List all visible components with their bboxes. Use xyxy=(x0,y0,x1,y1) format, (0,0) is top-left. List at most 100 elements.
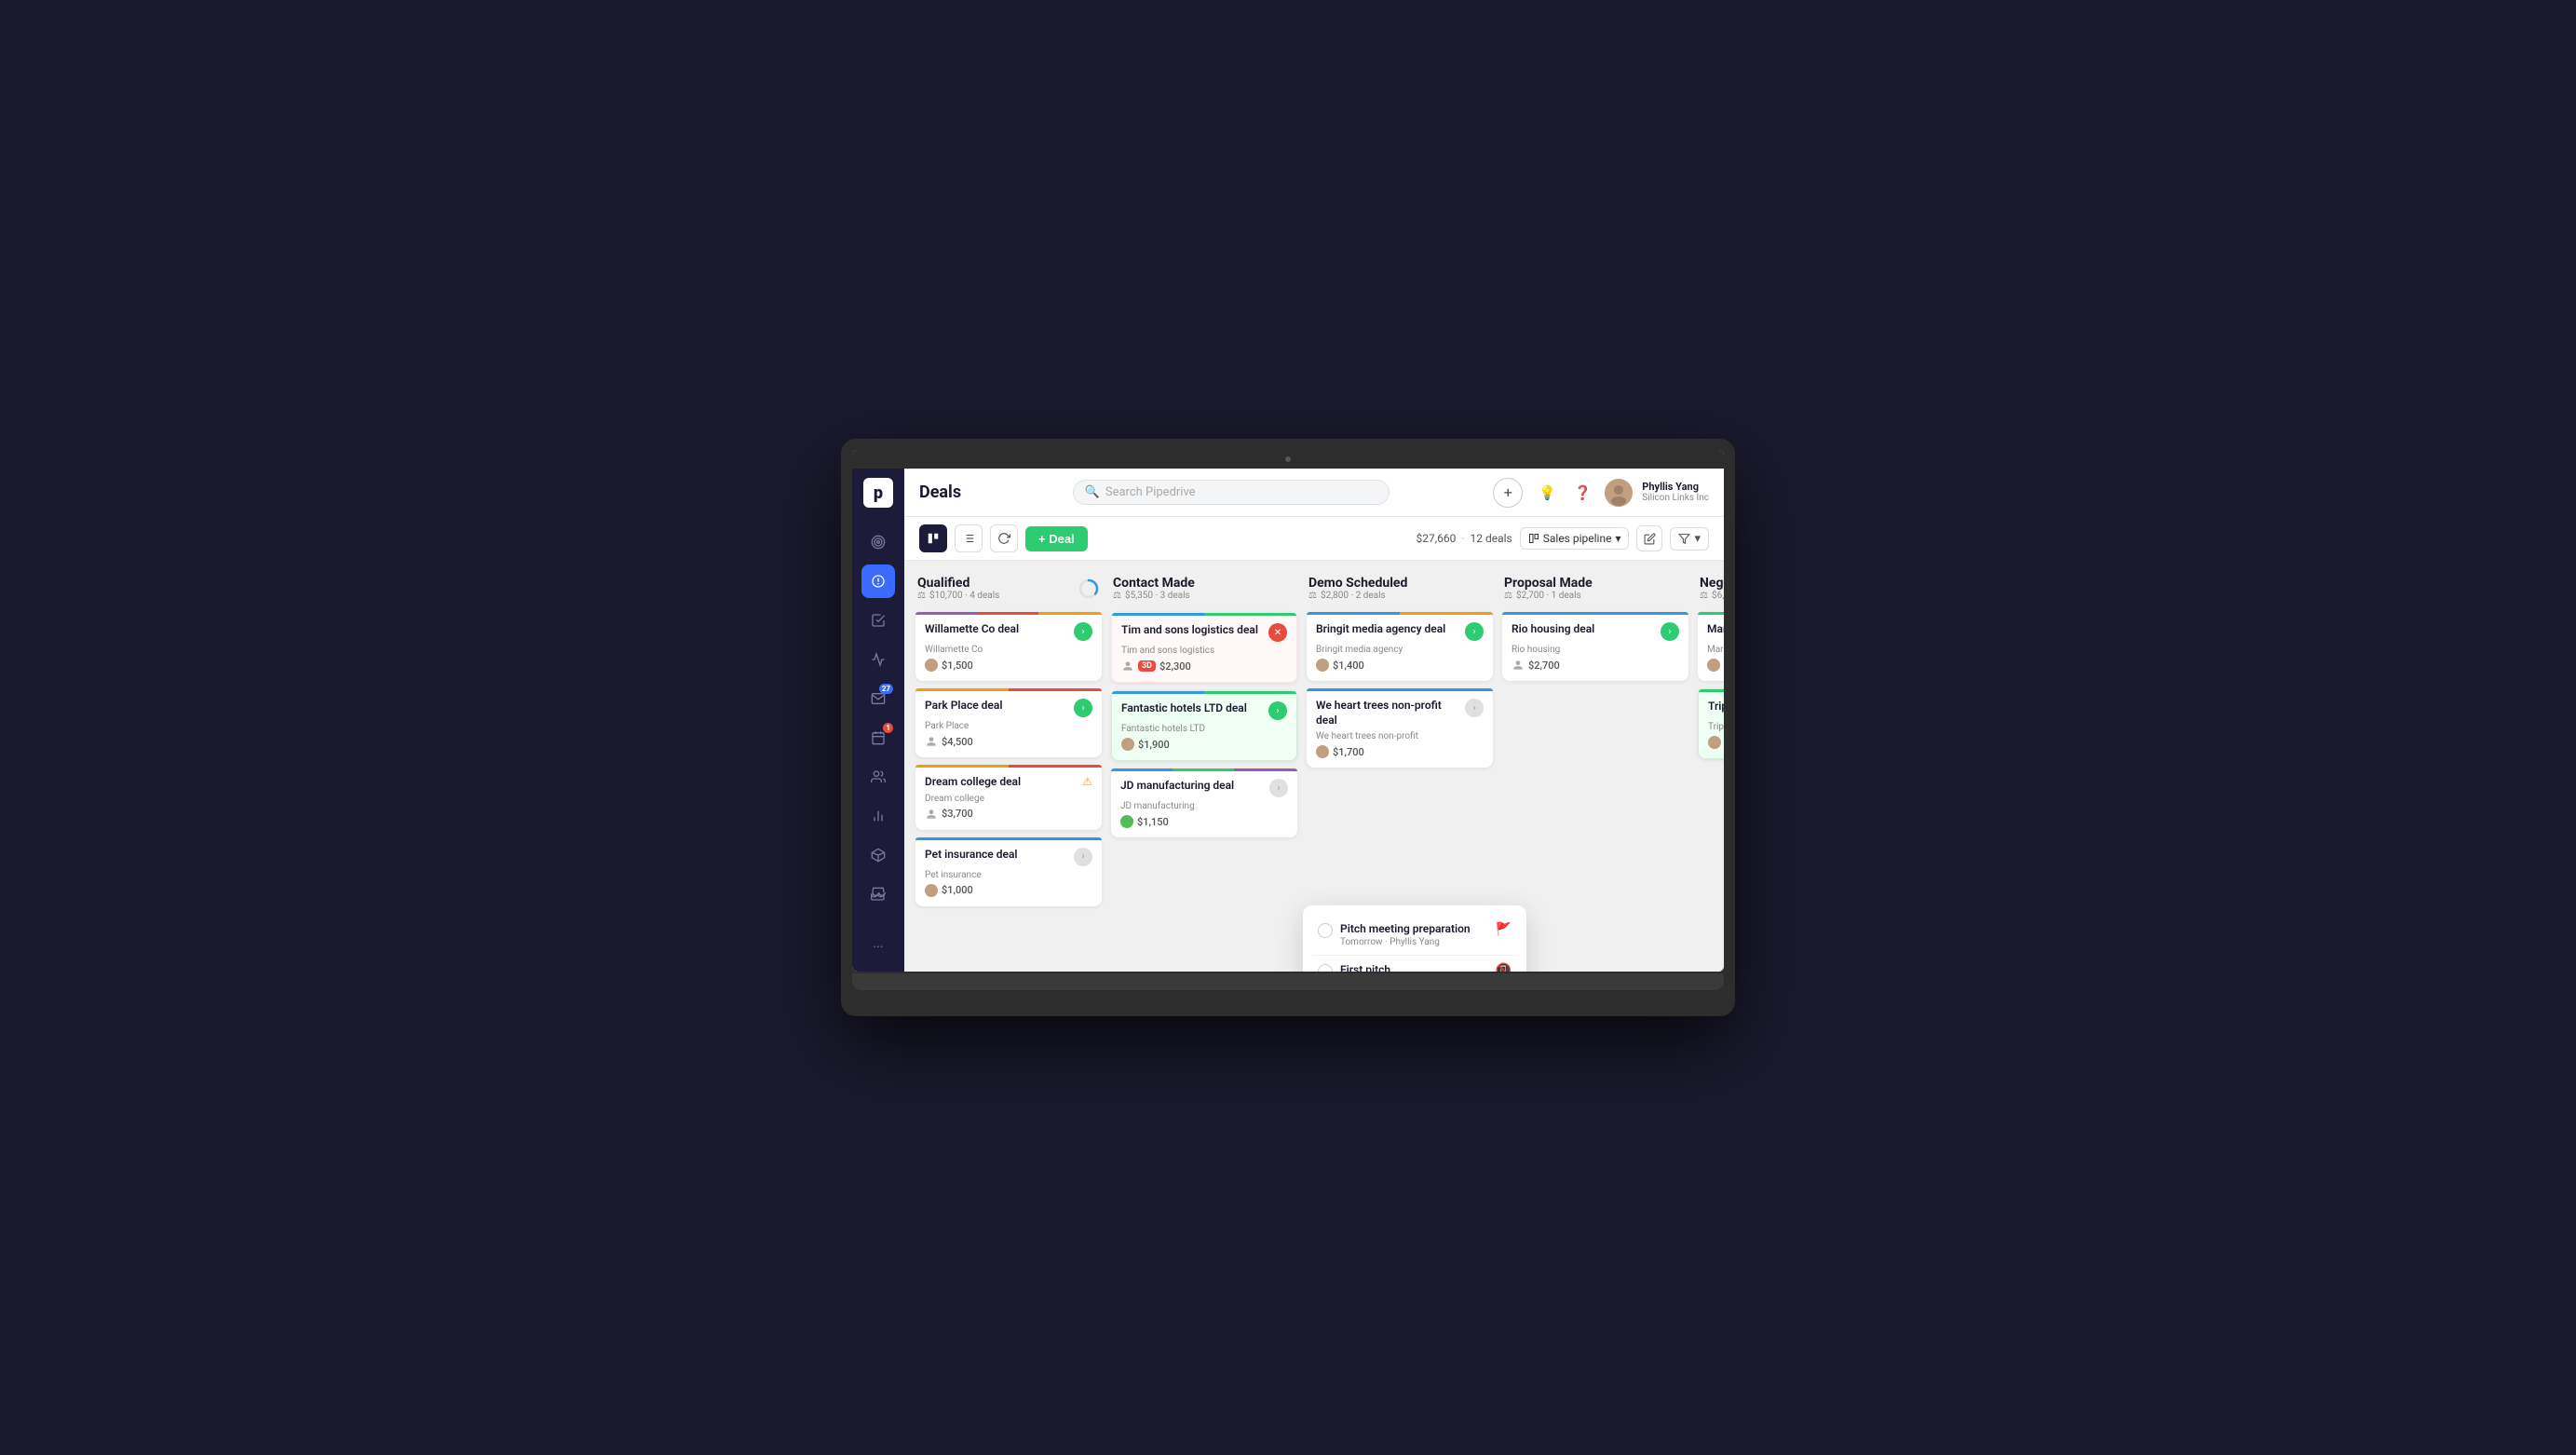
deal-card-mariamretail[interactable]: Maria M. retail LTD deal › Maria M. reta… xyxy=(1698,612,1724,681)
deal-company-riohousing: Rio housing xyxy=(1512,645,1679,655)
deal-name-riohousing: Rio housing deal xyxy=(1512,622,1657,637)
idea-icon-btn[interactable]: 💡 xyxy=(1534,480,1560,506)
deal-company-jdmanufacturing: JD manufacturing xyxy=(1120,801,1288,811)
activity-content-pitch: Pitch meeting preparation Tomorrow · Phy… xyxy=(1340,922,1488,947)
deal-company-mariamretail: Maria M. retail LTD xyxy=(1707,645,1724,655)
deal-card-wehearttrees[interactable]: We heart trees non-profit deal › We hear… xyxy=(1307,688,1493,768)
user-name: Phyllis Yang xyxy=(1642,481,1709,493)
deal-name-jdmanufacturing: JD manufacturing deal xyxy=(1120,779,1266,794)
deal-card-tripabroad[interactable]: Trip abroad LTD deal ✕ Trip abroad LTD W… xyxy=(1698,688,1724,759)
deal-arrow-timsons: ✕ xyxy=(1268,623,1287,642)
deal-amount-timsons: $2,300 xyxy=(1159,660,1191,673)
deal-card-fantastichotels[interactable]: Fantastic hotels LTD deal › Fantastic ho… xyxy=(1111,690,1297,761)
help-icon-btn[interactable]: ❓ xyxy=(1569,480,1595,506)
deal-company-willamette: Willamette Co xyxy=(925,645,1092,655)
sidebar-item-megaphone[interactable] xyxy=(861,643,895,676)
deal-company-timsons: Tim and sons logistics xyxy=(1121,646,1287,656)
deal-card-riohousing[interactable]: Rio housing deal › Rio housing $2,700 xyxy=(1502,612,1688,681)
deal-name-mariamretail: Maria M. retail LTD deal xyxy=(1707,622,1724,637)
avatar[interactable] xyxy=(1605,479,1633,507)
column-meta-qualified: ⚖ $10,700 · 4 deals xyxy=(917,591,999,601)
deal-card-bringit[interactable]: Bringit media agency deal › Bringit medi… xyxy=(1307,612,1493,681)
deal-name-fantastichotels: Fantastic hotels LTD deal xyxy=(1121,701,1265,716)
deal-avatar-mariamretail xyxy=(1707,659,1720,672)
column-meta-negotiations: ⚖ $6,110 · 2 deals xyxy=(1700,591,1724,601)
column-demo-scheduled: Demo Scheduled ⚖ $2,800 · 2 deals Bringi… xyxy=(1307,572,1493,960)
column-header-contact-made: Contact Made ⚖ $5,350 · 3 deals xyxy=(1111,572,1297,605)
deal-amount-petinsurance: $1,000 xyxy=(942,884,973,896)
edit-pipeline-btn[interactable] xyxy=(1636,525,1662,551)
column-header-negotiations: Negotiations Started ⚖ $6,110 · 2 deals xyxy=(1698,572,1724,605)
deal-name-timsons: Tim and sons logistics deal xyxy=(1121,623,1265,638)
add-deal-button[interactable]: + Deal xyxy=(1025,526,1088,551)
deal-company-bringit: Bringit media agency xyxy=(1316,645,1484,655)
refresh-btn[interactable] xyxy=(990,524,1018,552)
activity-title-pitch: Pitch meeting preparation xyxy=(1340,922,1488,935)
column-header-proposal-made: Proposal Made ⚖ $2,700 · 1 deals xyxy=(1502,572,1688,605)
person-icon-4 xyxy=(1512,659,1525,672)
user-info: Phyllis Yang Silicon Links Inc xyxy=(1642,481,1709,504)
sidebar-item-deals[interactable] xyxy=(861,564,895,598)
list-view-btn[interactable] xyxy=(955,524,983,552)
activity-checkbox-firstpitch[interactable] xyxy=(1318,964,1333,972)
activity-item-firstpitch[interactable]: First pitch Tomorrow · Phyllis Yang 📵 xyxy=(1312,955,1517,972)
sidebar-more[interactable]: ··· xyxy=(874,940,884,955)
deal-card-parkplace[interactable]: Park Place deal › Park Place $4,500 xyxy=(915,688,1102,757)
deal-name-dreamcollege: Dream college deal xyxy=(925,775,1078,790)
sidebar-item-calendar[interactable]: 1 xyxy=(861,721,895,755)
activity-meta-pitch: Tomorrow · Phyllis Yang xyxy=(1340,937,1488,947)
sidebar-item-cube[interactable] xyxy=(861,838,895,872)
deal-name-willamette: Willamette Co deal xyxy=(925,622,1070,637)
user-company: Silicon Links Inc xyxy=(1642,493,1709,504)
kanban-board: Qualified ⚖ $10,700 · 4 deals xyxy=(904,561,1724,972)
pipeline-selector[interactable]: Sales pipeline ▾ xyxy=(1520,527,1630,550)
deal-amount-wehearttrees: $1,700 xyxy=(1333,746,1364,758)
board-view-btn[interactable] xyxy=(919,524,947,552)
activity-checkbox-pitch[interactable] xyxy=(1318,923,1333,938)
deal-company-tripabroad: Trip abroad LTD xyxy=(1708,722,1724,732)
deal-company-wehearttrees: We heart trees non-profit xyxy=(1316,731,1484,741)
sidebar-item-shop[interactable] xyxy=(861,877,895,911)
column-negotiations: Negotiations Started ⚖ $6,110 · 2 deals … xyxy=(1698,572,1724,960)
search-placeholder: Search Pipedrive xyxy=(1105,485,1196,499)
deal-card-dreamcollege[interactable]: Dream college deal ⚠ Dream college $3,70… xyxy=(915,765,1102,830)
flag-icon: 🚩 xyxy=(1496,922,1512,937)
sidebar-item-target[interactable] xyxy=(861,525,895,559)
deal-arrow-wehearttrees: › xyxy=(1465,699,1484,717)
sidebar-item-contacts[interactable] xyxy=(861,760,895,794)
deal-avatar-petinsurance xyxy=(925,884,938,897)
sidebar-item-chart[interactable] xyxy=(861,799,895,833)
deal-card-timsons[interactable]: Tim and sons logistics deal ✕ Tim and so… xyxy=(1111,612,1297,683)
column-meta-contact-made: ⚖ $5,350 · 3 deals xyxy=(1113,591,1195,601)
sidebar-item-mail[interactable]: 27 xyxy=(861,682,895,715)
search-bar[interactable]: 🔍 Search Pipedrive xyxy=(1073,480,1390,505)
person-icon-2 xyxy=(925,808,938,821)
activity-popup: Pitch meeting preparation Tomorrow · Phy… xyxy=(1303,905,1526,972)
deal-card-petinsurance[interactable]: Pet insurance deal › Pet insurance $1,00… xyxy=(915,837,1102,906)
filter-btn[interactable]: ▾ xyxy=(1670,527,1709,551)
sidebar-logo[interactable]: p xyxy=(863,478,893,508)
sidebar-item-tasks[interactable] xyxy=(861,604,895,637)
balance-icon: ⚖ xyxy=(917,591,926,601)
overdue-badge-timsons: 3D xyxy=(1138,660,1156,672)
total-amount: $27,660 xyxy=(1417,532,1457,545)
deal-arrow-jdmanufacturing: › xyxy=(1269,779,1288,797)
mail-badge: 27 xyxy=(879,684,893,694)
deal-name-parkplace: Park Place deal xyxy=(925,699,1070,714)
sidebar: p xyxy=(852,469,904,972)
activity-item-pitch[interactable]: Pitch meeting preparation Tomorrow · Phy… xyxy=(1312,915,1517,955)
chevron-down-icon: ▾ xyxy=(1615,532,1620,545)
column-title-qualified: Qualified xyxy=(917,576,999,591)
pipeline-info: $27,660 · 12 deals xyxy=(1417,532,1512,545)
deal-arrow-parkplace: › xyxy=(1074,699,1092,717)
person-icon-3 xyxy=(1121,660,1134,673)
column-title-demo-scheduled: Demo Scheduled xyxy=(1308,576,1407,591)
deal-company-petinsurance: Pet insurance xyxy=(925,870,1092,880)
column-title-proposal-made: Proposal Made xyxy=(1504,576,1593,591)
balance-icon-3: ⚖ xyxy=(1308,591,1317,601)
add-button[interactable]: + xyxy=(1493,478,1523,508)
deal-avatar-tripabroad xyxy=(1708,736,1721,749)
activity-title-firstpitch: First pitch xyxy=(1340,963,1488,972)
deal-card-willamette[interactable]: Willamette Co deal › Willamette Co $1,50… xyxy=(915,612,1102,681)
deal-card-jdmanufacturing[interactable]: JD manufacturing deal › JD manufacturing… xyxy=(1111,768,1297,837)
